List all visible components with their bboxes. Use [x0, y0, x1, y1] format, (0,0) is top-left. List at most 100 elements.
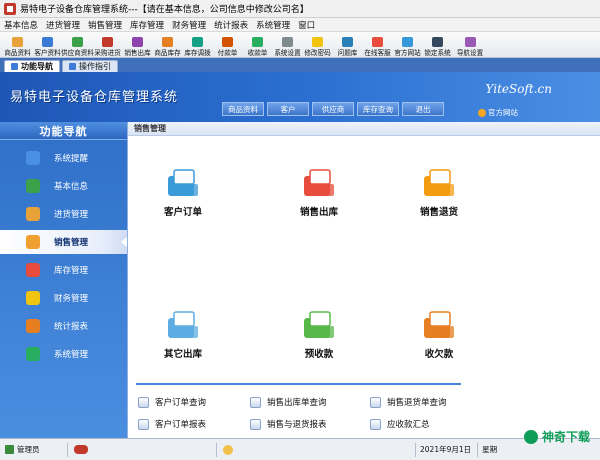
toolbar-button-transfer[interactable]: 库存调拨: [183, 33, 212, 57]
status-bar: 管理员 2021年9月1日 星期: [0, 438, 600, 460]
toolbar-button-faq[interactable]: 问题库: [333, 33, 362, 57]
brand-logo: YiteSoft.cn: [485, 82, 552, 96]
sidebar-item-label: 财务管理: [54, 294, 89, 304]
document-icon: [370, 396, 381, 408]
purchase-icon: [102, 37, 113, 47]
toolbar-button-supplier[interactable]: 供应商资料: [61, 33, 94, 57]
menu-reports[interactable]: 统计报表: [214, 19, 248, 31]
warehouse-icon: [26, 263, 40, 277]
sidebar-header: 功能导航: [0, 122, 127, 140]
banner-nav-stock-query[interactable]: 库存查询: [357, 102, 399, 116]
quick-link[interactable]: 销售与退货报表: [250, 418, 327, 430]
quick-link[interactable]: 销售出库单查询: [250, 396, 327, 408]
menu-finance[interactable]: 财务管理: [172, 19, 206, 31]
toolbar-label: 修改密码: [304, 49, 331, 57]
function-collect-debt[interactable]: 收欠款: [394, 310, 484, 360]
banner-nav-products[interactable]: 商品资料: [222, 102, 264, 116]
toolbar-button-sales-out[interactable]: 销售出库: [123, 33, 152, 57]
banner-nav-suppliers[interactable]: 供应商: [312, 102, 354, 116]
sidebar-item-sales-box[interactable]: 销售管理: [0, 230, 127, 254]
toolbar-button-settings[interactable]: 系统设置: [273, 33, 302, 57]
function-sales-outbound[interactable]: 销售出库: [274, 168, 364, 218]
official-site-link[interactable]: 官方网站: [478, 107, 518, 118]
menu-window[interactable]: 窗口: [298, 19, 315, 31]
quick-link[interactable]: 客户订单查询: [138, 396, 206, 408]
section-divider: [136, 383, 461, 385]
document-icon: [370, 418, 381, 430]
toolbar-button-product[interactable]: 商品资料: [3, 33, 32, 57]
toolbar-button-password[interactable]: 修改密码: [303, 33, 332, 57]
sidebar-item-label: 系统管理: [54, 350, 89, 360]
function-customer-order[interactable]: 客户订单: [138, 168, 228, 218]
sidebar-item-basic-info[interactable]: 基本信息: [0, 174, 127, 198]
face-icon: [223, 444, 233, 455]
sidebar-item-warehouse[interactable]: 库存管理: [0, 258, 127, 282]
document-icon: [250, 396, 261, 408]
quick-link[interactable]: 销售退货单查询: [370, 396, 447, 408]
toolbar-label: 系统设置: [274, 49, 301, 57]
toolbar-button-online-service[interactable]: 在线客服: [363, 33, 392, 57]
receipt-icon: [252, 37, 263, 47]
quick-link[interactable]: 客户订单报表: [138, 418, 206, 430]
status-separator: [415, 442, 416, 457]
sidebar-item-label: 进货管理: [54, 210, 89, 220]
section-title: 销售管理: [128, 122, 600, 136]
quick-link[interactable]: 应收款汇总: [370, 418, 430, 430]
sidebar-item-report[interactable]: 统计报表: [0, 314, 127, 338]
customer-order-icon: [164, 168, 202, 200]
toolbar-button-receipt[interactable]: 收款单: [243, 33, 272, 57]
online-service-icon: [372, 37, 383, 47]
menu-sales[interactable]: 销售管理: [88, 19, 122, 31]
toolbar-label: 官方网站: [394, 49, 421, 57]
lock-icon: [432, 37, 443, 47]
banner-nav-customers[interactable]: 客户: [267, 102, 309, 116]
sidebar: 功能导航 系统提醒基本信息进货管理销售管理库存管理财务管理统计报表系统管理: [0, 122, 127, 438]
toolbar-button-website[interactable]: 官方网站: [393, 33, 422, 57]
status-separator: [216, 442, 217, 457]
product-icon: [12, 37, 23, 47]
function-label: 预收款: [304, 349, 334, 360]
info-icon: [26, 151, 40, 165]
report-icon: [26, 319, 40, 333]
function-sales-return[interactable]: 销售退货: [394, 168, 484, 218]
tab-label: 操作指引: [79, 62, 111, 71]
tab-function-nav[interactable]: 功能导航: [4, 60, 60, 72]
function-prepayment[interactable]: 预收款: [274, 310, 364, 360]
sidebar-item-system[interactable]: 系统管理: [0, 342, 127, 366]
prepayment-icon: [300, 310, 338, 342]
toolbar-label: 锁定系统: [424, 49, 451, 57]
toolbar-label: 供应商资料: [61, 49, 94, 57]
toolbar-button-payment[interactable]: 付款单: [213, 33, 242, 57]
nav-tab-icon: [11, 63, 18, 70]
status-weekday: 星期: [482, 445, 498, 454]
quick-link-label: 销售出库单查询: [267, 398, 327, 408]
main-panel: 销售管理 客户订单 销售出库 销售退货其它出库 预收款 收欠款客户订单查询 销售出库单查询…: [127, 122, 600, 438]
toolbar-button-lock[interactable]: 锁定系统: [423, 33, 452, 57]
toolbar-button-nav-settings[interactable]: 导航设置: [453, 33, 487, 57]
toolbar-button-stock[interactable]: 商品库存: [153, 33, 182, 57]
system-title: 易特电子设备仓库管理系统: [10, 90, 179, 105]
stock-icon: [162, 37, 173, 47]
basic-info-icon: [26, 179, 40, 193]
tab-operation-guide[interactable]: 操作指引: [62, 60, 118, 72]
sidebar-item-info[interactable]: 系统提醒: [0, 146, 127, 170]
toolbar-label: 商品资料: [4, 49, 31, 57]
watermark: 神奇下载: [523, 428, 590, 445]
banner-nav-exit[interactable]: 退出: [402, 102, 444, 116]
toolbar-label: 销售出库: [124, 49, 151, 57]
menu-purchase[interactable]: 进货管理: [46, 19, 80, 31]
quick-link-label: 客户订单查询: [155, 398, 207, 408]
menu-inventory[interactable]: 库存管理: [130, 19, 164, 31]
watermark-logo-icon: [523, 429, 538, 444]
sales-out-icon: [132, 37, 143, 47]
nav-settings-icon: [464, 37, 476, 47]
toolbar-button-purchase[interactable]: 采购进货: [93, 33, 122, 57]
purchase-box-icon: [26, 207, 40, 221]
menu-basic-info[interactable]: 基本信息: [4, 19, 38, 31]
function-other-outbound[interactable]: 其它出库: [138, 310, 228, 360]
sidebar-item-finance[interactable]: 财务管理: [0, 286, 127, 310]
sidebar-item-purchase-box[interactable]: 进货管理: [0, 202, 127, 226]
menu-system[interactable]: 系统管理: [256, 19, 290, 31]
status-user: 管理员: [17, 445, 40, 454]
toolbar-button-customer[interactable]: 客户资料: [33, 33, 62, 57]
